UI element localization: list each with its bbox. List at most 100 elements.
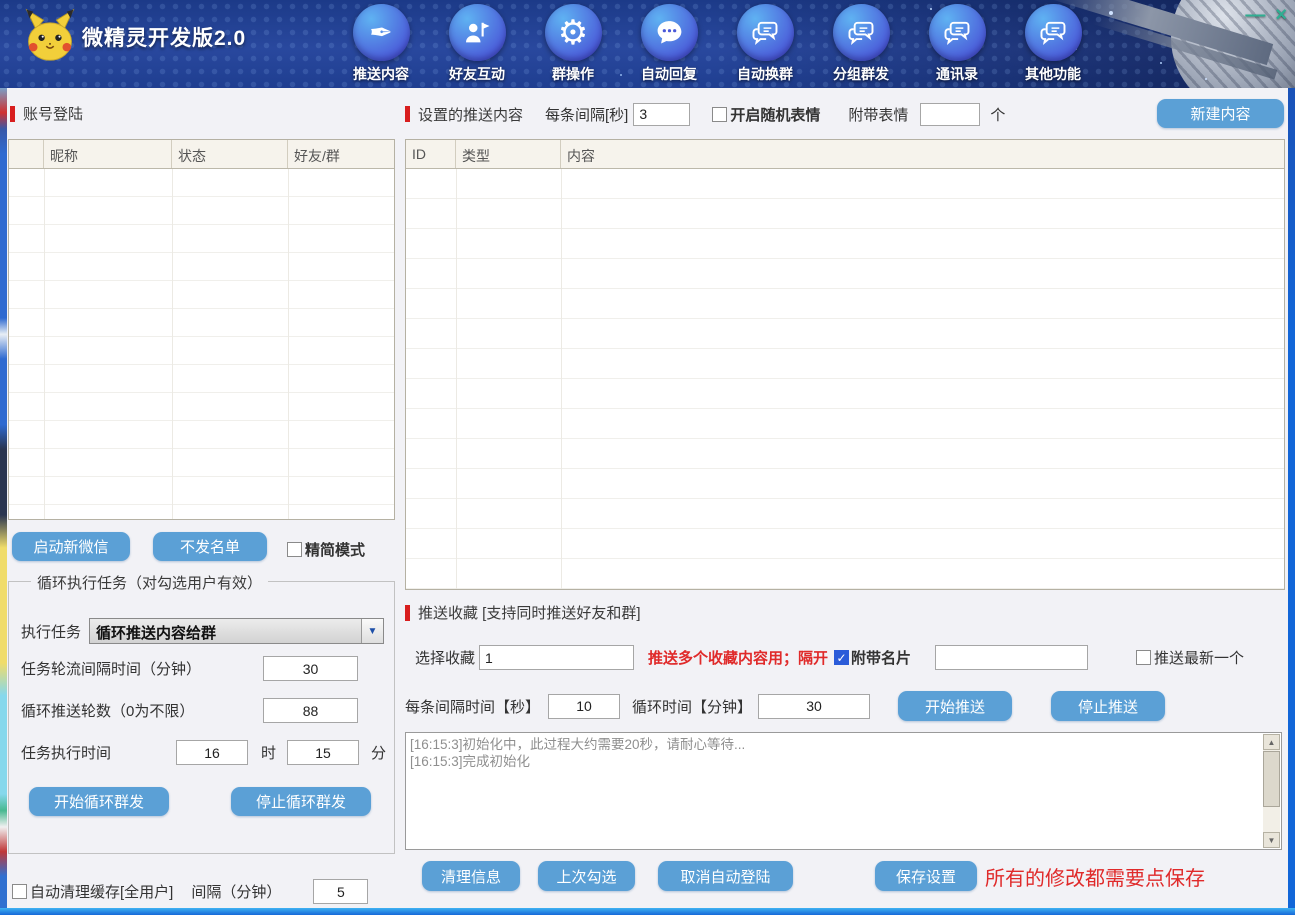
toolbar-item-auto-switch-group[interactable]: 自动换群 (717, 4, 813, 84)
account-col-status: 状态 (172, 140, 288, 168)
close-button[interactable]: × (1275, 4, 1287, 26)
toolbar-item-label: 好友互动 (449, 64, 505, 84)
start-push-button[interactable]: 开始推送 (898, 691, 1012, 721)
toolbar-item-label: 通讯录 (936, 64, 978, 84)
left-edge-artifact (0, 88, 7, 909)
account-table: 昵称 状态 好友/群 (8, 139, 395, 520)
loop-time-label: 循环时间【分钟】 (632, 696, 752, 717)
scroll-down-icon[interactable]: ▼ (1263, 832, 1280, 848)
attach-card-input[interactable] (935, 645, 1088, 670)
toolbar-item-label: 群操作 (552, 64, 594, 84)
chat-double-icon (833, 4, 890, 61)
account-col-check (9, 140, 44, 168)
push-latest-checkbox[interactable] (1136, 650, 1151, 665)
simple-mode-label: 精简模式 (305, 539, 365, 560)
exec-minute-input[interactable] (287, 740, 359, 765)
toolbar-item-contacts[interactable]: 通讯录 (909, 4, 1005, 84)
log-scrollbar[interactable]: ▲ ▼ (1263, 734, 1280, 848)
check-icon: ✓ (837, 651, 847, 665)
new-content-button[interactable]: 新建内容 (1157, 99, 1284, 128)
save-settings-button[interactable]: 保存设置 (875, 861, 977, 891)
random-emoji-checkbox[interactable] (712, 107, 727, 122)
attach-card-checkbox[interactable]: ✓ (834, 650, 849, 665)
favorites-timing-row: 每条间隔时间【秒】 循环时间【分钟】 开始推送 停止推送 (405, 691, 1165, 721)
window-right-border (1288, 88, 1295, 915)
scroll-up-icon[interactable]: ▲ (1263, 734, 1280, 750)
task-combobox[interactable]: 循环推送内容给群 ▼ (89, 618, 384, 644)
task-combobox-value: 循环推送内容给群 (90, 619, 361, 643)
cache-interval-input[interactable] (313, 879, 368, 904)
chat-dots-icon (641, 4, 698, 61)
account-table-body[interactable] (9, 169, 394, 519)
scrollbar-thumb[interactable] (1263, 751, 1280, 807)
favorites-select-row: 选择收藏 推送多个收藏内容用；隔开 ✓ 附带名片 推送最新一个 (405, 644, 1244, 671)
attach-emoji-label: 附带表情 (848, 104, 908, 125)
toolbar-item-label: 自动回复 (641, 64, 697, 84)
cancel-autologin-button[interactable]: 取消自动登陆 (658, 861, 793, 891)
scroll-up-glyph: ▲ (1268, 738, 1276, 747)
simple-mode-option: 精简模式 (287, 539, 365, 560)
pen-glyph: ✒ (369, 19, 392, 47)
log-output-box[interactable]: [16:15:3]初始化中，此过程大约需要20秒，请耐心等待... [16:15… (405, 732, 1282, 850)
toolbar-item-friend-interact[interactable]: 好友互动 (429, 4, 525, 84)
start-new-wechat-button[interactable]: 启动新微信 (12, 532, 130, 561)
per-interval-input[interactable] (548, 694, 620, 719)
select-favorite-input[interactable] (479, 645, 634, 670)
toolbar-item-group-ops[interactable]: ⚙ 群操作 (525, 4, 621, 84)
app-title: 微精灵开发版2.0 (82, 22, 246, 52)
column-divider (172, 169, 173, 519)
auto-clean-cache-label: 自动清理缓存[全用户] (30, 881, 173, 902)
exec-hour-input[interactable] (176, 740, 248, 765)
toolbar-item-push-content[interactable]: ✒ 推送内容 (333, 4, 429, 84)
toolbar-item-label: 分组群发 (833, 64, 889, 84)
stars-decoration (0, 0, 2, 2)
content-col-content: 内容 (561, 140, 1284, 168)
log-text: [16:15:3]初始化中，此过程大约需要20秒，请耐心等待... [16:15… (410, 736, 1259, 770)
start-loop-send-button[interactable]: 开始循环群发 (29, 787, 169, 816)
pen-icon: ✒ (353, 4, 410, 61)
gear-glyph: ⚙ (558, 16, 588, 50)
task-select-row: 执行任务 循环推送内容给群 ▼ (21, 618, 384, 644)
push-favorites-header: 推送收藏 [支持同时推送好友和群] (405, 602, 641, 623)
task-interval-input[interactable] (263, 656, 358, 681)
clear-info-button[interactable]: 清理信息 (422, 861, 520, 891)
column-divider (44, 169, 45, 519)
stop-loop-send-button[interactable]: 停止循环群发 (231, 787, 371, 816)
window-controls: — × (1245, 4, 1287, 26)
toolbar-item-auto-reply[interactable]: 自动回复 (621, 4, 717, 84)
content-table-header: ID 类型 内容 (406, 140, 1284, 169)
select-favorite-label: 选择收藏 (415, 647, 475, 668)
pikachu-logo-icon (22, 6, 78, 64)
loop-task-title: 循环执行任务（对勾选用户有效） (31, 572, 268, 593)
account-table-header: 昵称 状态 好友/群 (9, 140, 394, 169)
toolbar-item-other-functions[interactable]: 其他功能 (1005, 4, 1101, 84)
toolbar-item-label: 推送内容 (353, 64, 409, 84)
last-checked-button[interactable]: 上次勾选 (538, 861, 635, 891)
section-marker (405, 605, 410, 621)
loop-time-input[interactable] (758, 694, 870, 719)
save-hint-red-text: 所有的修改都需要点保存 (985, 862, 1205, 891)
exec-time-label: 任务执行时间 (21, 742, 111, 763)
no-send-list-button[interactable]: 不发名单 (153, 532, 267, 561)
minimize-button[interactable]: — (1245, 4, 1265, 26)
loop-rounds-input[interactable] (263, 698, 358, 723)
account-section-header: 账号登陆 (10, 103, 83, 124)
attach-emoji-unit: 个 (990, 104, 1005, 125)
stop-push-button[interactable]: 停止推送 (1051, 691, 1165, 721)
window-bottom-border (0, 908, 1295, 915)
main-toolbar: ✒ 推送内容 好友互动 ⚙ 群操作 (333, 4, 1101, 84)
simple-mode-checkbox[interactable] (287, 542, 302, 557)
chat-double-icon (929, 4, 986, 61)
log-line: [16:15:3]完成初始化 (410, 753, 1259, 770)
per-interval-label: 每条间隔时间【秒】 (405, 696, 540, 717)
toolbar-item-group-mass-send[interactable]: 分组群发 (813, 4, 909, 84)
auto-clean-cache-checkbox[interactable] (12, 884, 27, 899)
msg-interval-input[interactable] (633, 103, 690, 126)
content-table: ID 类型 内容 (405, 139, 1285, 590)
loop-task-groupbox: 循环执行任务（对勾选用户有效） 执行任务 循环推送内容给群 ▼ 任务轮流间隔时间… (8, 581, 395, 854)
task-interval-row: 任务轮流间隔时间（分钟） (21, 658, 384, 679)
chevron-down-icon[interactable]: ▼ (361, 619, 383, 643)
chat-double-icon (1025, 4, 1082, 61)
attach-emoji-input[interactable] (920, 103, 980, 126)
content-table-body[interactable] (406, 169, 1284, 589)
